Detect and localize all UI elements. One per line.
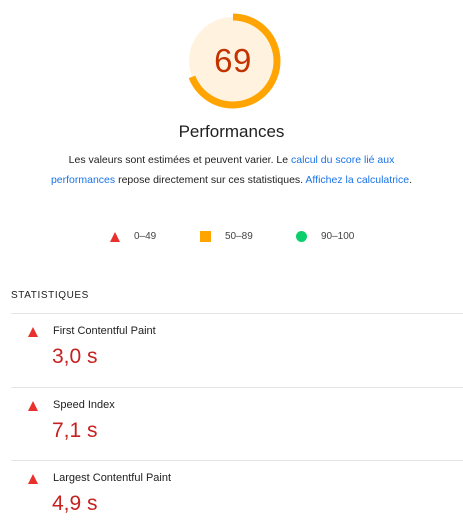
performance-report: 69 Performances Les valeurs sont estimée…: [0, 0, 463, 520]
metric-value: 3,0 s: [52, 345, 98, 368]
legend-item-fail: 0–49: [110, 231, 156, 242]
category-title: Performances: [178, 122, 285, 141]
legend-label-average: 50–89: [225, 231, 253, 242]
metric-first-contentful-paint: First Contentful Paint 3,0 s: [11, 320, 463, 386]
red-triangle-icon: [110, 231, 120, 242]
legend-item-pass: 90–100: [296, 231, 354, 242]
legend-label-fail: 0–49: [134, 231, 157, 242]
divider: [11, 387, 463, 388]
orange-square-icon: [200, 231, 211, 242]
statistics-header: STATISTIQUES: [11, 290, 89, 301]
metric-value: 4,9 s: [52, 492, 98, 515]
score-legend: 0–49 50–89 90–100: [0, 231, 463, 249]
metric-value: 7,1 s: [52, 419, 98, 442]
red-triangle-icon: [28, 474, 38, 484]
description-text-1: Les valeurs sont estimées et peuvent var…: [68, 154, 292, 166]
legend-item-average: 50–89: [200, 231, 253, 242]
green-circle-icon: [296, 231, 307, 242]
divider: [11, 313, 463, 314]
red-triangle-icon: [28, 401, 38, 411]
metric-largest-contentful-paint: Largest Contentful Paint 4,9 s: [11, 467, 463, 520]
score-value: 69: [214, 42, 252, 79]
description-text-2: repose directement sur ces statistiques.: [115, 173, 306, 186]
metric-speed-index: Speed Index 7,1 s: [11, 394, 463, 460]
performance-score-gauge: 69: [183, 11, 283, 111]
metric-label: First Contentful Paint: [53, 325, 156, 337]
metric-label: Speed Index: [53, 399, 115, 411]
score-description: Les valeurs sont estimées et peuvent var…: [40, 151, 423, 190]
red-triangle-icon: [28, 327, 38, 337]
description-text-3: .: [409, 173, 413, 186]
legend-label-pass: 90–100: [321, 231, 355, 242]
divider: [11, 460, 463, 461]
metric-label: Largest Contentful Paint: [53, 472, 172, 484]
calculator-link[interactable]: Affichez la calculatrice: [305, 174, 409, 186]
